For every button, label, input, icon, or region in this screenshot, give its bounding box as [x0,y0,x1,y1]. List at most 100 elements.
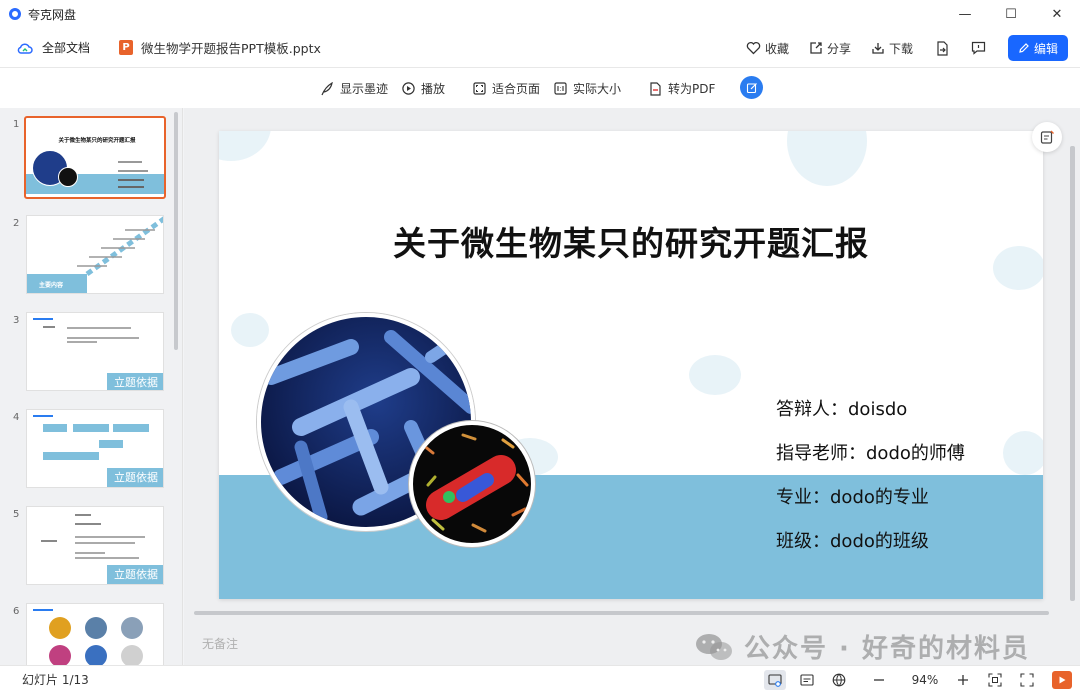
presenter-line: 答辩人：doisdo [776,399,908,420]
wechat-logo-icon [696,633,732,660]
play-label: 播放 [421,82,446,96]
normal-view-button[interactable] [764,670,786,690]
fullscreen-button[interactable] [1016,670,1038,690]
thumb-title: 关于微生物某只的研究开题汇报 [58,138,136,144]
thumb-text-line [75,557,139,559]
slide-thumbnail-5[interactable]: 立题依据 [26,506,164,585]
thumb-image [121,645,143,665]
header-actions: 收藏 分享 下载 编辑 [726,28,1068,68]
thumb-header-line [33,609,53,611]
share-button[interactable]: 分享 [809,40,851,57]
slide-counter: 幻灯片 1/13 [22,673,89,687]
view-controls: 94% [754,666,1072,693]
thumb-text-line [75,523,101,525]
thumb-image [49,617,71,639]
thumb-text-line [67,337,139,339]
micrograph-image [409,421,535,547]
notes-placeholder: 无备注 [202,637,239,651]
thumb-title: 立题依据 [107,468,163,487]
fit-page-icon [473,82,486,95]
thumb-text-line [67,327,131,329]
slide-thumbnail-4[interactable]: 立题依据 [26,409,164,488]
status-bar: 幻灯片 1/13 94% [0,665,1080,693]
slide-thumbnail-3[interactable]: 立题依据 [26,312,164,391]
thumb-header-line [33,318,53,320]
window-controls: — ☐ ✕ [942,0,1080,28]
slideshow-play-button[interactable] [1052,671,1072,689]
app-logo-icon [9,8,21,20]
class-line: 班级：dodo的班级 [776,531,929,552]
fullscreen-icon [1020,673,1034,687]
heart-icon [746,41,761,55]
slide-title: 关于微生物某只的研究开题汇报 [393,224,869,263]
ai-summary-button[interactable] [1032,122,1062,152]
plus-icon [958,675,968,685]
web-view-button[interactable] [828,670,850,690]
file-export-icon [937,40,948,56]
decor-bubble [689,355,741,395]
fit-window-button[interactable] [984,670,1006,690]
ai-assistant-button[interactable] [740,76,763,99]
slide-thumbnail-1[interactable]: 关于微生物某只的研究开题汇报 [24,116,166,199]
normal-view-icon [768,673,782,687]
share-icon [810,42,822,54]
zoom-out-button[interactable] [868,670,890,690]
play-button[interactable]: 播放 [402,80,445,97]
feedback-button[interactable] [971,41,986,55]
slide-thumbnail-2[interactable]: 主要内容 [26,215,164,294]
thumb-text-line [41,540,57,542]
favorite-label: 收藏 [764,41,789,56]
notes-view-button[interactable] [796,670,818,690]
ai-summary-icon [1040,130,1054,144]
maximize-button[interactable]: ☐ [988,0,1034,28]
slide-thumbnail-panel: 1 关于微生物某只的研究开题汇报 2 主要内容 3 立题依据 4 立题依据 5 … [0,108,183,665]
cloud-icon [17,42,33,54]
edit-label: 编辑 [1033,41,1058,56]
pencil-icon [1019,43,1029,53]
actual-size-button[interactable]: 实际大小 [554,80,621,97]
app-title: 夸克网盘 [28,7,77,22]
minus-icon [874,679,884,681]
minimize-button[interactable]: — [942,0,988,28]
share-label: 分享 [826,41,851,56]
quill-icon [321,81,333,95]
thumb-text-line [43,326,55,328]
decor-bubble [231,313,269,347]
thumb-box [113,424,149,432]
thumb-text-line [118,179,144,181]
thumb-image-small [58,167,78,187]
download-icon [872,43,884,54]
to-pdf-label: 转为PDF [668,82,716,96]
download-button[interactable]: 下载 [871,40,913,57]
all-docs-link[interactable]: 全部文档 [17,39,90,56]
play-icon [1059,676,1066,684]
thumb-image [121,617,143,639]
sidebar-scrollbar[interactable] [174,112,178,350]
thumb-box [43,424,67,432]
thumb-number: 6 [13,606,20,617]
fit-page-button[interactable]: 适合页面 [473,80,540,97]
zoom-in-button[interactable] [952,670,974,690]
file-name: 微生物学开题报告PPT模板.pptx [141,41,321,56]
to-pdf-button[interactable]: 转为PDF [649,80,715,97]
title-bar: 夸克网盘 — ☐ ✕ [0,0,1080,28]
close-button[interactable]: ✕ [1034,0,1080,28]
viewer-toolbar: 显示墨迹 播放 适合页面 实际大小 转为PDF [0,68,1080,108]
slide-thumbnail-6[interactable] [26,603,164,665]
decor-bubble [787,131,867,186]
all-docs-label: 全部文档 [42,41,91,55]
save-to-device-button[interactable] [935,40,949,56]
file-tab: P 微生物学开题报告PPT模板.pptx [119,38,321,57]
fit-page-label: 适合页面 [492,82,541,96]
ppt-file-icon: P [119,40,134,55]
favorite-button[interactable]: 收藏 [746,40,789,57]
edit-button[interactable]: 编辑 [1008,35,1068,61]
show-ink-button[interactable]: 显示墨迹 [320,80,388,97]
thumb-text-line [118,161,142,163]
thumb-title: 主要内容 [27,274,87,293]
canvas-horizontal-scrollbar[interactable] [194,611,1049,615]
header-bar: 全部文档 P 微生物学开题报告PPT模板.pptx 收藏 分享 下载 编辑 [0,28,1080,68]
thumb-box [43,452,99,460]
canvas-vertical-scrollbar[interactable] [1070,146,1075,601]
show-ink-label: 显示墨迹 [340,82,389,96]
